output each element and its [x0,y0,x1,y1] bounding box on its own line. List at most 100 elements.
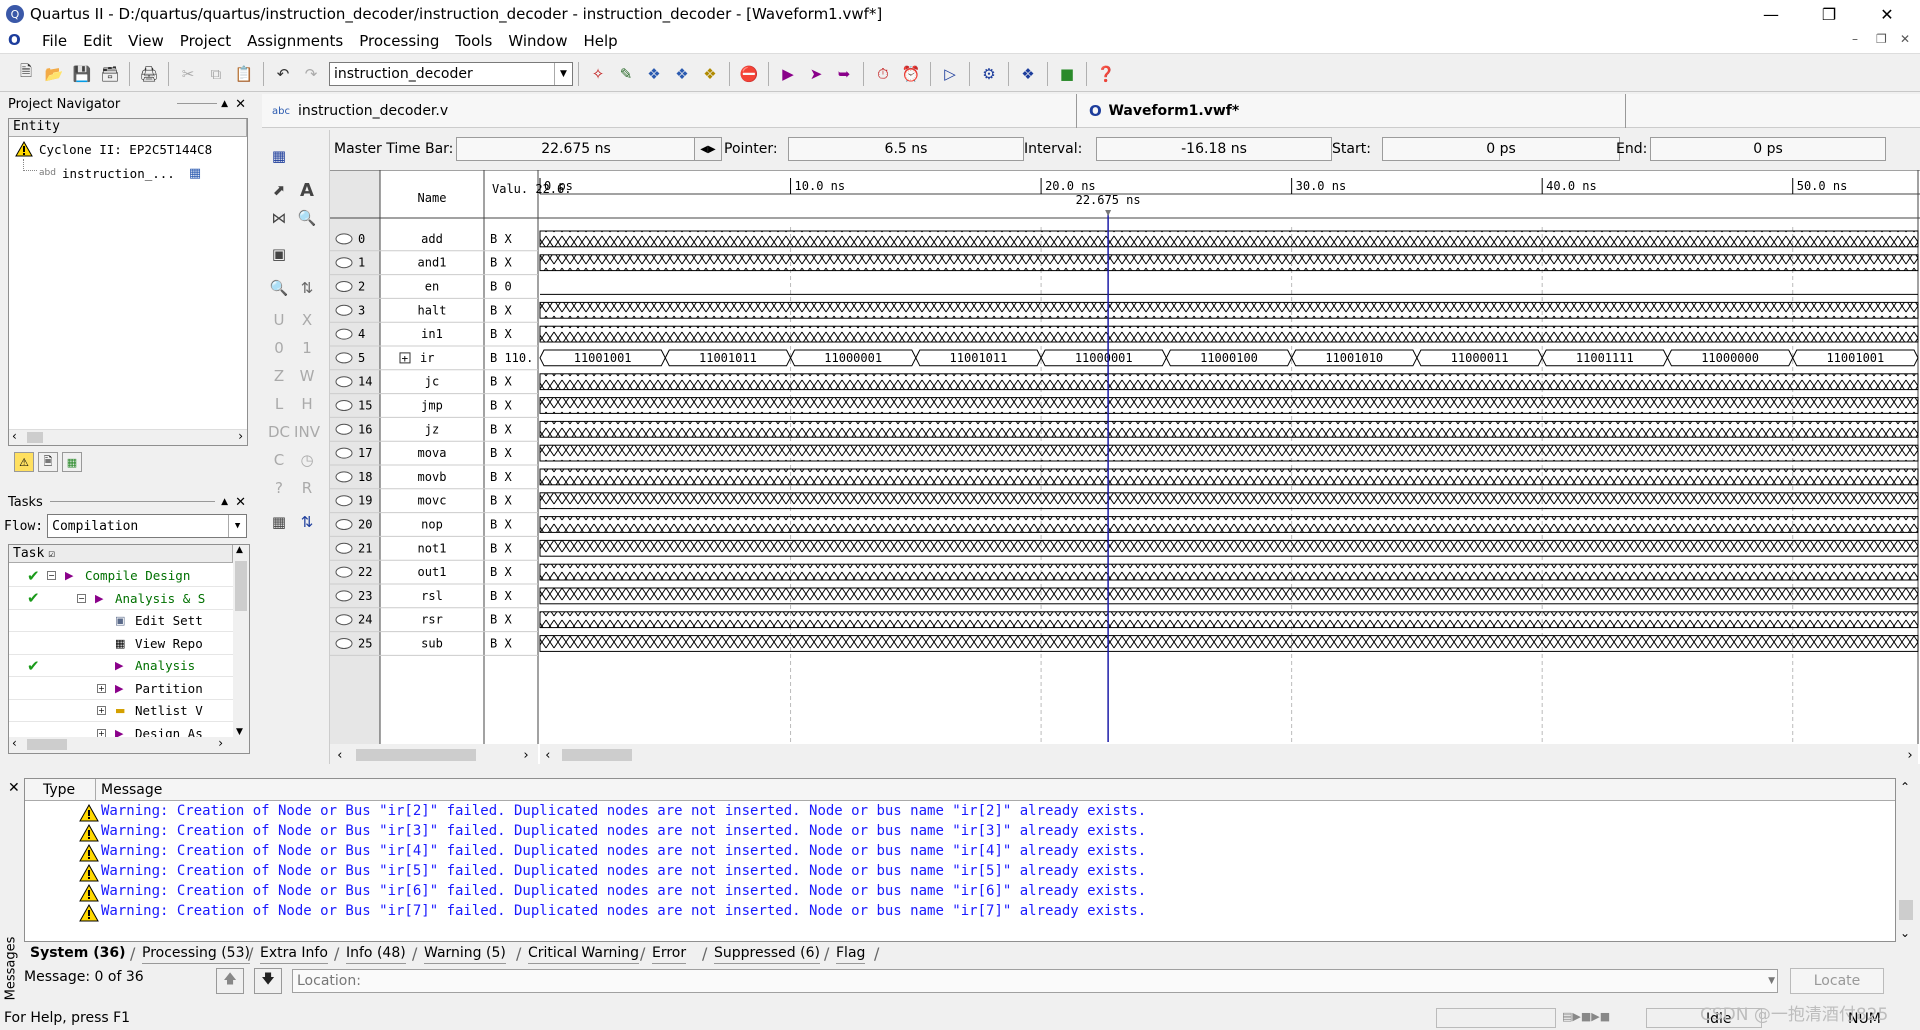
signal-name[interactable]: rsr [421,613,443,627]
unknown-waveform[interactable] [539,516,1919,533]
message-tab[interactable]: Error [652,942,687,964]
find-icon[interactable]: 🔍 [266,276,292,300]
message-list[interactable]: Type Message Warning: Creation of Node o… [24,778,1896,942]
signal-name[interactable]: jmp [421,399,443,413]
assignment-editor-icon[interactable]: ✧ [586,62,610,86]
entity-combo[interactable]: instruction_decoder ▼ [329,61,573,86]
unknown-waveform[interactable] [539,563,1919,581]
message-tab[interactable]: Extra Info [260,942,328,964]
message-tab[interactable]: Flag [836,942,866,964]
signal-name[interactable]: in1 [421,327,443,341]
vertical-scrollbar[interactable]: ⌃ ⌄ [1896,778,1916,942]
message-tab[interactable]: Processing (53) [142,942,250,964]
arbitrary-value-icon[interactable]: ? [266,476,292,500]
start-compilation-icon[interactable]: ▶ [776,62,800,86]
unknown-waveform[interactable] [539,230,1919,248]
weak-unknown-icon[interactable]: W [294,364,320,388]
weak-low-icon[interactable]: L [266,392,292,416]
menu-window[interactable]: Window [500,32,575,50]
timing-analyzer-icon[interactable]: ⏱ [871,62,895,86]
unknown-waveform[interactable] [539,325,1919,343]
save-all-icon[interactable]: 🗃 [98,62,122,86]
tab-instruction-decoder-v[interactable]: abc instruction_decoder.v [272,100,448,122]
signal-name[interactable]: halt [418,303,447,317]
chip-planner-icon[interactable]: ❖ [698,62,722,86]
expand-icon[interactable]: + [97,683,106,693]
compilation-report-icon[interactable]: ⚙ [977,62,1001,86]
signal-name[interactable]: sub [421,637,443,651]
unknown-waveform[interactable] [539,373,1919,391]
invert-icon[interactable]: INV [294,420,320,444]
pin-planner-icon[interactable]: ✎ [614,62,638,86]
vertical-scrollbar[interactable]: ▲ ▼ [233,545,249,737]
zoom-tool-icon[interactable]: 🔍 [294,206,320,230]
unknown-waveform[interactable] [539,587,1919,605]
files-tab-icon[interactable]: 🗎 [38,452,58,472]
print-icon[interactable]: 🖨 [137,62,161,86]
dont-care-icon[interactable]: DC [266,420,292,444]
signal-name[interactable]: nop [421,518,443,532]
help-icon[interactable]: ❓ [1094,62,1118,86]
scroll-left-icon[interactable]: ‹ [544,748,552,763]
replace-icon[interactable]: ⇅ [294,276,320,300]
message-tab[interactable]: Info (48) [346,942,406,964]
name-column-header[interactable]: Name [418,191,447,205]
signal-name[interactable]: rsl [421,589,443,603]
menu-tools[interactable]: Tools [447,32,500,50]
unknown-waveform[interactable] [539,468,1919,486]
snap-to-grid-icon[interactable]: ▦ [266,510,292,534]
top-entity-row[interactable]: abd instruction_... ▦ [39,163,201,183]
signal-name[interactable]: ir [420,351,434,365]
close-icon[interactable]: ✕ [8,780,20,796]
signal-name[interactable]: add [421,232,443,246]
unknown-waveform[interactable] [539,444,1919,462]
analysis-elaboration-icon[interactable]: ➤ [804,62,828,86]
unknown-waveform[interactable] [539,301,1919,319]
close-button[interactable]: ✕ [1858,0,1916,28]
next-message-button[interactable]: 🡇 [254,968,282,994]
undo-icon[interactable]: ↶ [271,62,295,86]
analysis-synthesis-icon[interactable]: ➥ [832,62,856,86]
time-bar-arrows[interactable]: ◀▶ [694,137,722,161]
redo-icon[interactable]: ↷ [299,62,323,86]
unknown-waveform[interactable] [539,420,1919,438]
tab-waveform1[interactable]: Օ Waveform1.vwf* [1076,94,1626,128]
unknown-waveform[interactable] [539,492,1919,510]
unknown-waveform[interactable] [539,611,1919,629]
message-tab[interactable]: Suppressed (6) [714,942,820,964]
timequest-icon[interactable]: ⏰ [899,62,923,86]
unknown-waveform[interactable] [539,635,1919,652]
forcing-unknown-icon[interactable]: X [294,308,320,332]
device-row[interactable]: Cyclone II: EP2C5T144C8 [15,139,212,159]
uninitialized-icon[interactable]: U [266,308,292,332]
message-line[interactable]: Warning: Creation of Node or Bus "ir[2]"… [101,803,1146,823]
document-icon[interactable]: Օ [8,31,30,51]
message-line[interactable]: Warning: Creation of Node or Bus "ir[7]"… [101,903,1146,923]
expand-icon[interactable]: − [47,571,56,580]
unknown-waveform[interactable] [539,254,1919,272]
close-icon[interactable]: ✕ [235,97,246,112]
checkbox-icon[interactable]: ☑ [48,547,55,560]
message-line[interactable]: Warning: Creation of Node or Bus "ir[3]"… [101,823,1146,843]
menu-view[interactable]: View [120,32,172,50]
scroll-right-icon[interactable]: › [522,748,530,763]
save-icon[interactable]: 💾 [70,62,94,86]
copy-icon[interactable]: ⧉ [204,62,228,86]
menu-assignments[interactable]: Assignments [239,32,351,50]
menu-help[interactable]: Help [575,32,625,50]
horizontal-scrollbar[interactable]: ‹ › [9,429,247,445]
signal-name[interactable]: not1 [418,541,447,555]
random-values-icon[interactable]: R [294,476,320,500]
pin-icon[interactable]: ▲ [221,99,228,109]
message-tab[interactable]: Critical Warning [528,942,639,964]
selection-tool-icon[interactable]: ⬈ [266,178,292,202]
restore-button[interactable]: ❐ [1800,0,1858,28]
horizontal-scrollbar[interactable]: ‹ › [9,736,249,753]
signal-name[interactable]: en [425,280,439,294]
weak-high-icon[interactable]: H [294,392,320,416]
signal-name[interactable]: out1 [418,565,447,579]
mdi-minimize-icon[interactable]: – [1852,32,1858,46]
signal-name[interactable]: movb [418,470,447,484]
settings-icon[interactable]: ❖ [642,62,666,86]
location-field[interactable]: Location: ▼ [292,969,1778,993]
